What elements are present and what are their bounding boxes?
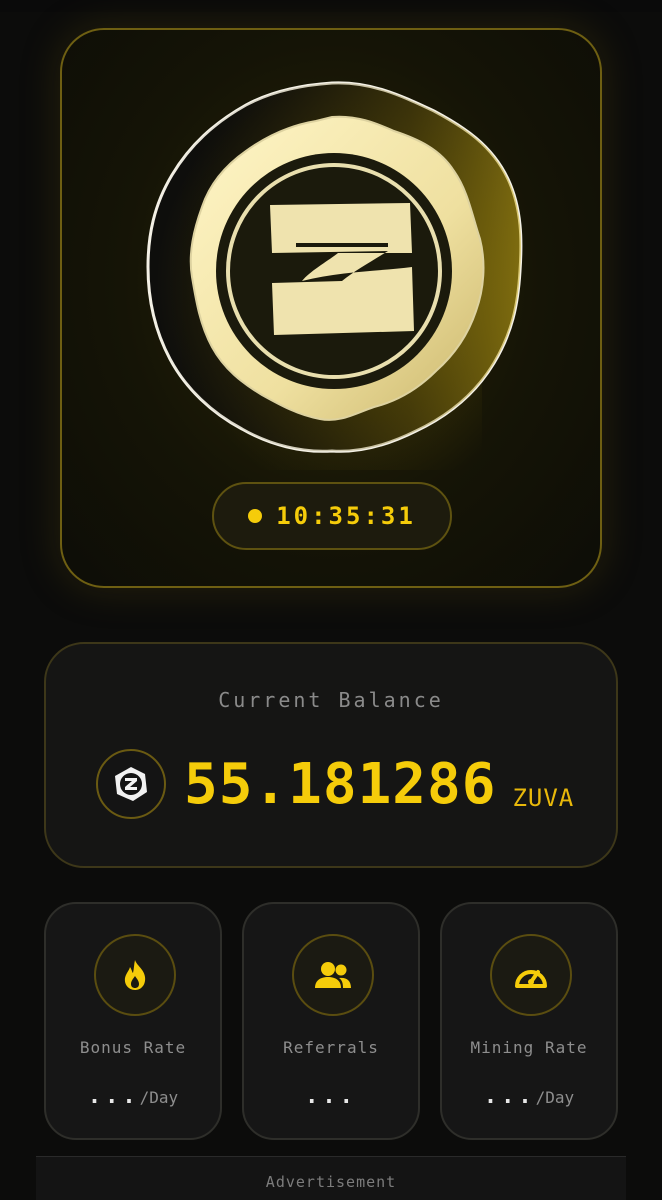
stat-label: Mining Rate	[470, 1038, 588, 1057]
balance-row: 55.181286 ZUVA	[96, 748, 574, 820]
stat-value: .../Day	[483, 1084, 575, 1109]
balance-unit: ZUVA	[512, 784, 575, 812]
stat-card-mining-rate[interactable]: Mining Rate .../Day	[440, 902, 618, 1140]
users-icon	[292, 934, 374, 1016]
stat-card-referrals[interactable]: Referrals ...	[242, 902, 420, 1140]
mining-timer-text: 10:35:31	[276, 502, 416, 530]
stat-label: Referrals	[283, 1038, 379, 1057]
status-dot-icon	[248, 509, 263, 523]
coin-mining-card[interactable]: 10:35:31	[60, 28, 602, 588]
zuva-coin-logo-icon[interactable]	[142, 75, 524, 460]
zuva-token-icon	[96, 749, 166, 819]
balance-card: Current Balance 55.181286 ZUVA	[44, 642, 618, 868]
stat-card-bonus-rate[interactable]: Bonus Rate .../Day	[44, 902, 222, 1140]
balance-label: Current Balance	[218, 688, 444, 712]
fire-icon	[94, 934, 176, 1016]
advertisement-bar[interactable]: Advertisement	[36, 1156, 626, 1200]
balance-value: 55.181286	[184, 751, 497, 817]
top-edge	[0, 0, 662, 12]
speedometer-icon	[490, 934, 572, 1016]
mining-timer-pill[interactable]: 10:35:31	[212, 482, 452, 550]
stat-value: ...	[305, 1084, 357, 1109]
stat-label: Bonus Rate	[79, 1038, 187, 1057]
advertisement-label: Advertisement	[265, 1173, 397, 1191]
stat-value: .../Day	[87, 1084, 179, 1109]
